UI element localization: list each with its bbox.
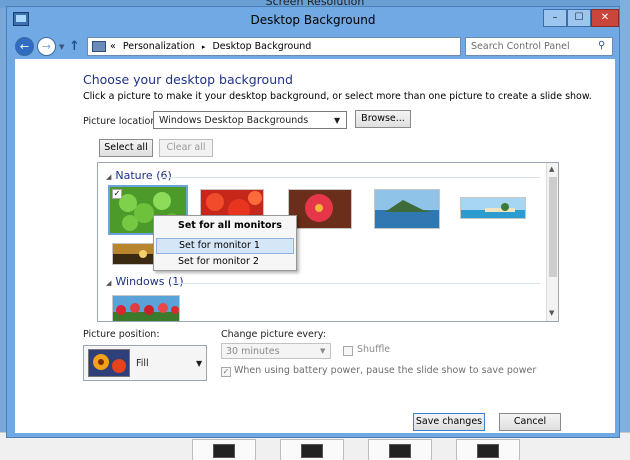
monitor-thumbnail[interactable] bbox=[456, 439, 520, 460]
monitor-thumbnail[interactable] bbox=[368, 439, 432, 460]
context-menu: Set for all monitors Set for monitor 1 S… bbox=[153, 215, 297, 271]
change-picture-label: Change picture every: bbox=[221, 329, 326, 340]
group-divider bbox=[160, 177, 540, 178]
navigation-bar: ← → ▼ ↑ « Personalization ▸ Desktop Back… bbox=[7, 33, 619, 59]
monitor-thumbnail[interactable] bbox=[280, 439, 344, 460]
chevron-down-icon: ▼ bbox=[196, 359, 203, 368]
scroll-thumb[interactable] bbox=[549, 177, 557, 277]
group-label: Windows (1) bbox=[115, 275, 184, 288]
menu-item-set-monitor-1[interactable]: Set for monitor 1 bbox=[156, 238, 294, 254]
desktop-background-window: Desktop Background – ☐ ✕ ← → ▼ ↑ « Perso… bbox=[6, 6, 620, 438]
save-changes-button[interactable]: Save changes bbox=[413, 413, 485, 431]
group-divider bbox=[172, 283, 540, 284]
menu-item-set-all-monitors[interactable]: Set for all monitors bbox=[156, 218, 294, 234]
picture-position-value: Fill bbox=[136, 358, 149, 369]
position-preview bbox=[88, 349, 130, 377]
wallpaper-thumbnail[interactable] bbox=[374, 189, 440, 229]
picture-location-value: Windows Desktop Backgrounds bbox=[159, 115, 309, 126]
recent-pages-dropdown[interactable]: ▼ bbox=[59, 43, 64, 51]
search-input[interactable]: Search Control Panel ⚲ bbox=[465, 37, 613, 56]
wallpaper-thumbnail[interactable] bbox=[460, 197, 526, 219]
scroll-down-icon[interactable]: ▼ bbox=[549, 309, 554, 317]
clear-all-button[interactable]: Clear all bbox=[159, 139, 213, 157]
gerbera-image bbox=[289, 190, 351, 228]
up-arrow-icon[interactable]: ↑ bbox=[69, 39, 80, 54]
chevron-down-icon: ▼ bbox=[320, 347, 326, 355]
breadcrumb-overflow[interactable]: « bbox=[110, 41, 116, 52]
change-picture-select[interactable]: 30 minutes ▼ bbox=[221, 343, 331, 359]
breadcrumb-item-personalization[interactable]: Personalization bbox=[123, 41, 195, 52]
breadcrumb-item-desktop-background[interactable]: Desktop Background bbox=[212, 41, 311, 52]
window-title: Desktop Background bbox=[250, 13, 376, 27]
group-label: Nature (6) bbox=[115, 169, 172, 182]
picture-location-label: Picture location: bbox=[83, 116, 160, 127]
page-subtitle: Click a picture to make it your desktop … bbox=[83, 91, 592, 102]
shuffle-label: Shuffle bbox=[357, 344, 391, 355]
content-area: Choose your desktop background Click a p… bbox=[15, 59, 615, 433]
wallpaper-thumbnail[interactable] bbox=[112, 295, 180, 321]
forward-button[interactable]: → bbox=[37, 37, 56, 56]
menu-item-set-monitor-2[interactable]: Set for monitor 2 bbox=[156, 254, 294, 270]
collapse-icon[interactable]: ◢ bbox=[106, 279, 111, 287]
selected-checkbox[interactable]: ✓ bbox=[112, 189, 122, 199]
picture-position-label: Picture position: bbox=[83, 329, 160, 340]
beach-image bbox=[461, 198, 525, 218]
page-title: Choose your desktop background bbox=[83, 72, 293, 87]
titlebar[interactable]: Desktop Background – ☐ ✕ bbox=[7, 7, 619, 33]
group-header-windows[interactable]: ◢ Windows (1) bbox=[106, 275, 184, 288]
picture-position-select[interactable]: Fill ▼ bbox=[83, 345, 207, 381]
breadcrumb: « Personalization ▸ Desktop Background bbox=[110, 41, 311, 52]
collapse-icon[interactable]: ◢ bbox=[106, 173, 111, 181]
back-button[interactable]: ← bbox=[15, 37, 34, 56]
search-placeholder: Search Control Panel bbox=[471, 41, 570, 52]
monitor-thumbnail[interactable] bbox=[192, 439, 256, 460]
shuffle-checkbox[interactable] bbox=[343, 346, 353, 356]
chevron-down-icon: ▼ bbox=[334, 116, 341, 125]
island-image bbox=[375, 190, 439, 228]
battery-checkbox[interactable]: ✓ bbox=[221, 367, 231, 377]
browse-button[interactable]: Browse... bbox=[355, 110, 411, 128]
maximize-button[interactable]: ☐ bbox=[567, 9, 591, 27]
scrollbar[interactable]: ▲ ▼ bbox=[546, 163, 558, 321]
control-panel-icon bbox=[92, 41, 106, 52]
flowers-preview-image bbox=[89, 350, 129, 376]
background-window-edge-right bbox=[620, 0, 630, 460]
tulips-image bbox=[113, 296, 179, 321]
address-bar[interactable]: « Personalization ▸ Desktop Background ▼… bbox=[87, 37, 529, 56]
scroll-up-icon[interactable]: ▲ bbox=[549, 165, 554, 173]
wallpaper-thumbnail[interactable] bbox=[288, 189, 352, 229]
group-header-nature[interactable]: ◢ Nature (6) bbox=[106, 169, 172, 182]
picture-location-select[interactable]: Windows Desktop Backgrounds ▼ bbox=[153, 111, 347, 129]
search-icon[interactable]: ⚲ bbox=[598, 40, 605, 51]
select-all-button[interactable]: Select all bbox=[99, 139, 153, 157]
breadcrumb-separator-icon[interactable]: ▸ bbox=[202, 43, 206, 51]
close-button[interactable]: ✕ bbox=[591, 9, 619, 27]
minimize-button[interactable]: – bbox=[543, 9, 567, 27]
battery-label: When using battery power, pause the slid… bbox=[234, 365, 537, 376]
cancel-button[interactable]: Cancel bbox=[499, 413, 561, 431]
change-picture-value: 30 minutes bbox=[226, 346, 280, 357]
